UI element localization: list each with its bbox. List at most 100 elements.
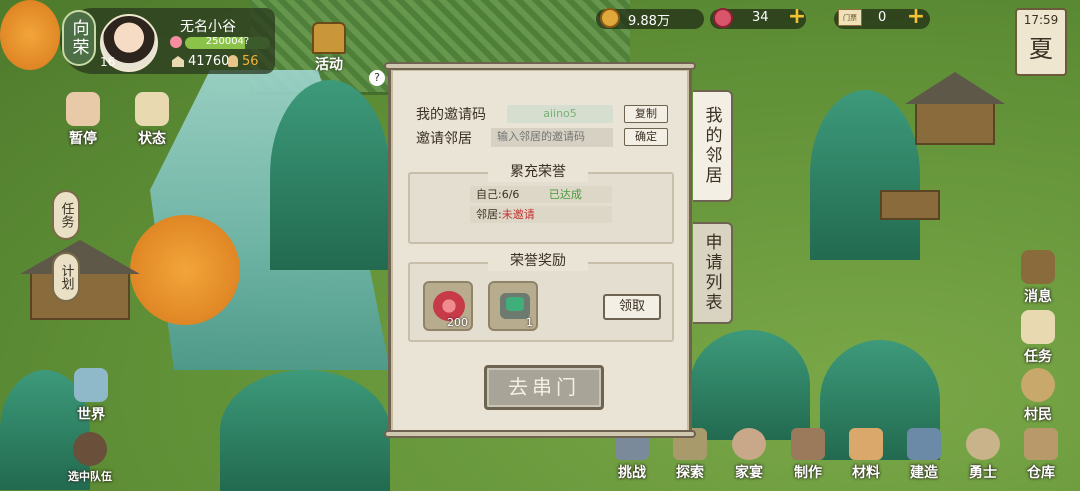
- clock-panel[interactable]: 17:59 夏: [1015, 8, 1067, 76]
- reward-slot[interactable]: 200: [423, 281, 473, 331]
- house-count: 41760: [188, 54, 230, 69]
- task-tab[interactable]: 任务: [52, 190, 80, 240]
- self-status: 已达成: [548, 188, 582, 201]
- messages-label: 消息: [1024, 289, 1052, 305]
- bottom-label: 勇士: [969, 465, 997, 481]
- copy-button[interactable]: 复制: [624, 105, 668, 123]
- craft-icon: [791, 428, 825, 460]
- season-label: 夏: [1029, 35, 1053, 63]
- gong-icon: [312, 22, 346, 54]
- pause-label: 暂停: [69, 131, 97, 147]
- self-value: 6/6: [501, 188, 520, 201]
- player-name: 无名小谷: [180, 19, 236, 35]
- mountain-map-icon: [74, 368, 108, 402]
- villager-count: 56: [242, 54, 259, 69]
- messages-button[interactable]: 消息: [1021, 250, 1055, 306]
- warrior-icon: [966, 428, 1000, 460]
- neighbor-label: 邻居:: [476, 208, 502, 221]
- house-status-icon: [135, 92, 169, 126]
- scroll-roll-bottom: [384, 430, 696, 438]
- hut: [915, 100, 995, 145]
- villagers-button[interactable]: 村民: [1021, 368, 1055, 424]
- villager-icon: [1021, 368, 1055, 402]
- bottom-label: 制作: [794, 465, 822, 481]
- neighbor-status: 未邀请: [501, 208, 535, 221]
- bottom-label: 挑战: [618, 465, 646, 481]
- person-icon: [228, 55, 238, 67]
- visit-neighbor-button[interactable]: 去串门: [484, 365, 604, 410]
- coin-value: 9.88万: [628, 14, 670, 29]
- status-label: 状态: [138, 131, 166, 147]
- coin-icon: [600, 8, 620, 28]
- bottom-warrior[interactable]: 勇士: [960, 428, 1006, 482]
- activity-button[interactable]: 活动: [312, 22, 346, 74]
- bottom-label: 建造: [910, 465, 938, 481]
- team-avatar-icon: [73, 432, 107, 466]
- invite-code-input[interactable]: [491, 128, 613, 147]
- autumn-tree: [0, 0, 60, 70]
- mountain: [690, 330, 810, 440]
- self-progress-row: 自己:6/6 已达成: [470, 186, 612, 203]
- hammer-icon: [907, 428, 941, 460]
- help-button[interactable]: ?: [369, 70, 385, 86]
- mountain: [270, 80, 390, 270]
- my-code-value: aiino5: [507, 105, 613, 123]
- bottom-label: 材料: [852, 465, 880, 481]
- tasks-button[interactable]: 任务: [1021, 310, 1055, 366]
- pause-button[interactable]: 暂停: [66, 92, 100, 148]
- confirm-button[interactable]: 确定: [624, 128, 668, 146]
- hand-icon: [66, 92, 100, 126]
- tasks-label: 任务: [1024, 349, 1052, 365]
- scroll-icon: [1021, 310, 1055, 344]
- villagers-label: 村民: [1024, 407, 1052, 423]
- peach-icon: [170, 36, 182, 48]
- my-code-label: 我的邀请码: [416, 107, 486, 123]
- neighbor-progress-row: 邻居:未邀请: [470, 206, 612, 223]
- reward-count: 1: [526, 316, 533, 329]
- ticket-icon: 门票: [838, 9, 862, 26]
- exp-value: 250004?: [205, 36, 250, 47]
- ticket-value: 0: [878, 10, 887, 25]
- reward-count: 200: [447, 316, 468, 329]
- bottom-materials[interactable]: 材料: [843, 428, 889, 482]
- team-button[interactable]: 选中队伍: [68, 432, 112, 484]
- self-label: 自己:: [476, 188, 502, 201]
- shed: [880, 190, 940, 220]
- flower-value: 34: [752, 10, 769, 25]
- bottom-label: 仓库: [1027, 465, 1055, 481]
- bottom-label: 探索: [676, 465, 704, 481]
- tab-apply-list[interactable]: 申请列表: [693, 222, 733, 324]
- status-button[interactable]: 状态: [135, 92, 169, 148]
- bottom-craft[interactable]: 制作: [785, 428, 831, 482]
- activity-label: 活动: [315, 57, 343, 73]
- bottom-label: 家宴: [735, 465, 763, 481]
- invite-label: 邀请邻居: [416, 131, 472, 147]
- scroll-roll-top: [384, 62, 696, 70]
- autumn-tree: [130, 215, 240, 325]
- clock-time: 17:59: [1023, 13, 1059, 27]
- hut: [30, 270, 130, 320]
- claim-button[interactable]: 领取: [603, 294, 661, 320]
- world-button[interactable]: 世界: [74, 368, 108, 424]
- reward-slot[interactable]: 1: [488, 281, 538, 331]
- plan-tab[interactable]: 计划: [52, 252, 80, 302]
- tab-my-neighbors[interactable]: 我的邻居: [693, 90, 733, 202]
- world-label: 世界: [77, 407, 105, 423]
- team-label: 选中队伍: [68, 470, 112, 483]
- bowl-icon: [732, 428, 766, 460]
- add-ticket-button[interactable]: +: [906, 6, 926, 28]
- honor-title: 累充荣誉: [488, 162, 588, 182]
- mountain: [810, 90, 920, 260]
- rank-badge[interactable]: 向荣: [62, 10, 96, 66]
- bottom-build[interactable]: 建造: [901, 428, 947, 482]
- reward-title: 荣誉奖励: [488, 251, 588, 271]
- bottom-storage[interactable]: 仓库: [1018, 428, 1064, 482]
- storage-icon: [1024, 428, 1058, 460]
- bottom-feast[interactable]: 家宴: [726, 428, 772, 482]
- flower-icon: [713, 8, 733, 28]
- message-icon: [1021, 250, 1055, 284]
- wood-icon: [849, 428, 883, 460]
- mountain: [220, 370, 390, 491]
- player-level: 16: [100, 55, 116, 69]
- add-flower-button[interactable]: +: [787, 6, 807, 28]
